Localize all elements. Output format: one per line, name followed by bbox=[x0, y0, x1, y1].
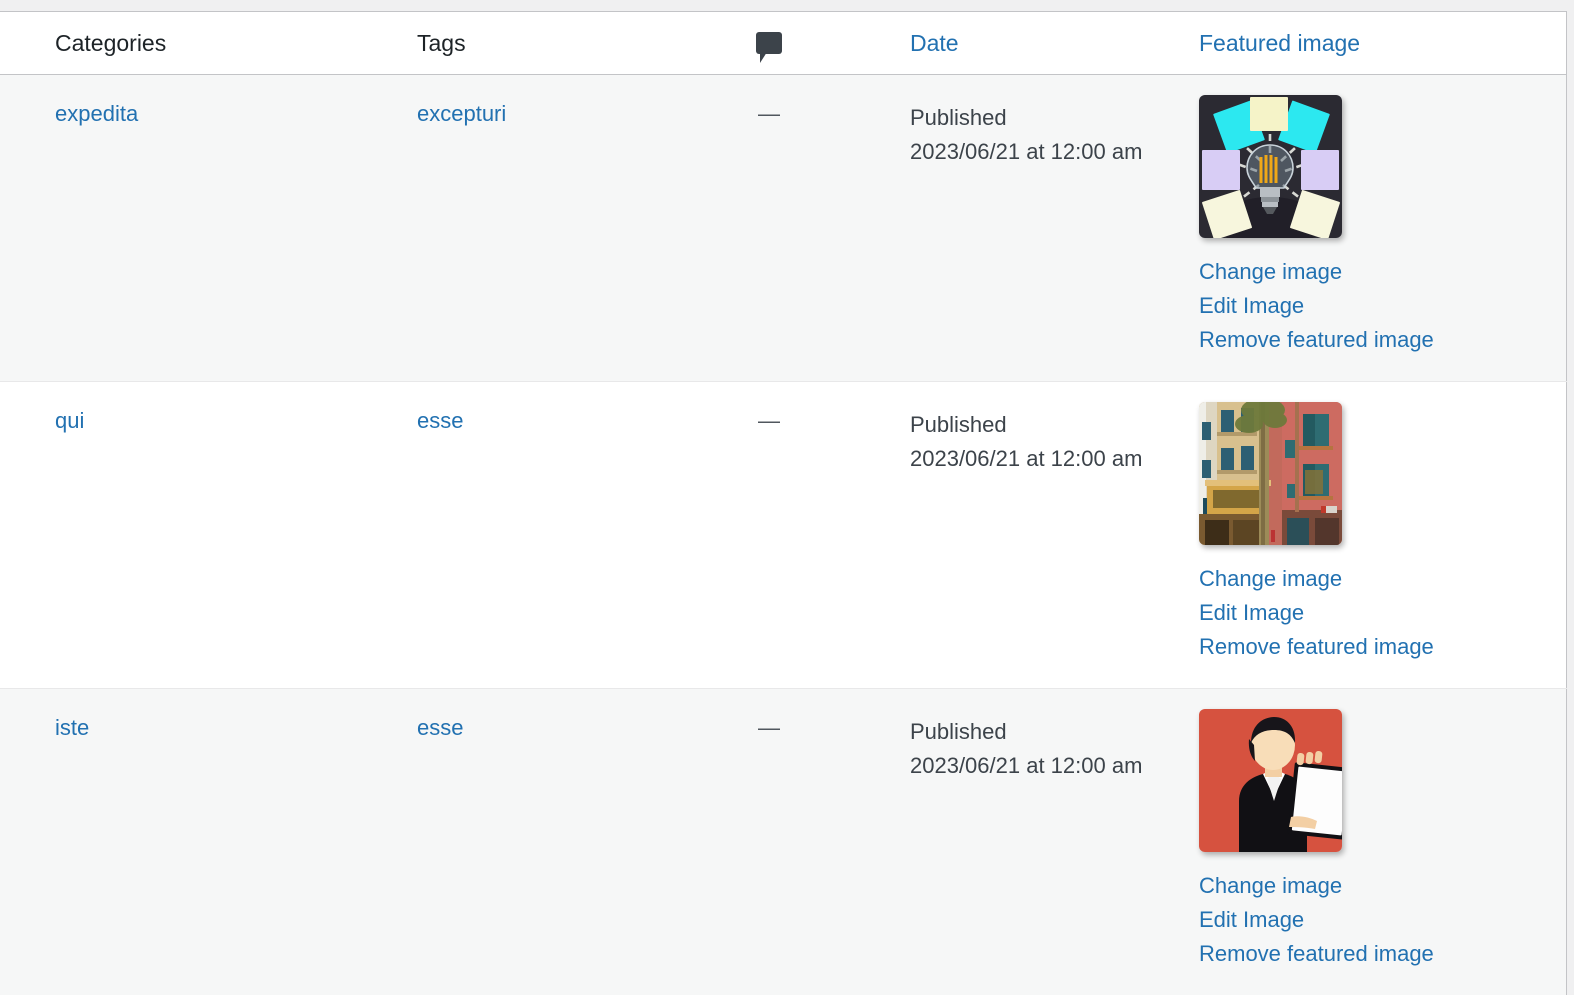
post-status: Published bbox=[910, 715, 1159, 749]
cell-tags: excepturi bbox=[363, 75, 700, 382]
post-status: Published bbox=[910, 408, 1159, 442]
lightbulb-sticky-notes-image bbox=[1199, 95, 1342, 238]
column-header-comments[interactable] bbox=[700, 12, 852, 75]
table-row: qui esse — Published 2023/06/21 bbox=[0, 382, 1566, 689]
table-row: iste esse — Published 2023/06/21 bbox=[0, 689, 1566, 995]
edit-image-link[interactable]: Edit Image bbox=[1199, 903, 1566, 937]
table-row: expedita excepturi — Published 2 bbox=[0, 75, 1566, 382]
remove-featured-image-link[interactable]: Remove featured image bbox=[1199, 937, 1566, 971]
cell-featured-image: Change image Edit Image Remove featured … bbox=[1159, 382, 1566, 689]
comment-count: — bbox=[758, 101, 780, 126]
remove-featured-image-link[interactable]: Remove featured image bbox=[1199, 630, 1566, 664]
cell-date: Published 2023/06/21 at 12:00 am bbox=[852, 382, 1159, 689]
cell-featured-image: Change image Edit Image Remove featured … bbox=[1159, 689, 1566, 995]
column-header-categories-label: Categories bbox=[55, 30, 166, 56]
table-body: expedita excepturi — Published 2 bbox=[0, 75, 1566, 995]
category-link[interactable]: iste bbox=[55, 715, 89, 740]
table-header-row: Categories Tags Date bbox=[0, 12, 1566, 75]
column-header-featured-image[interactable]: Featured image bbox=[1159, 12, 1566, 75]
posts-table: Categories Tags Date bbox=[0, 11, 1567, 995]
column-header-featured-image-link[interactable]: Featured image bbox=[1199, 30, 1360, 56]
cell-featured-image: Change image Edit Image Remove featured … bbox=[1159, 75, 1566, 382]
tag-link[interactable]: excepturi bbox=[417, 101, 506, 126]
column-header-tags-label: Tags bbox=[417, 30, 466, 56]
cell-categories: qui bbox=[0, 382, 363, 689]
street-buildings-facade-image bbox=[1199, 402, 1342, 545]
post-status: Published bbox=[910, 101, 1159, 135]
featured-image-actions: Change image Edit Image Remove featured … bbox=[1199, 255, 1566, 357]
column-header-categories[interactable]: Categories bbox=[0, 12, 363, 75]
category-link[interactable]: expedita bbox=[55, 101, 138, 126]
remove-featured-image-link[interactable]: Remove featured image bbox=[1199, 323, 1566, 357]
column-header-tags[interactable]: Tags bbox=[363, 12, 700, 75]
featured-image-actions: Change image Edit Image Remove featured … bbox=[1199, 869, 1566, 971]
featured-image-actions: Change image Edit Image Remove featured … bbox=[1199, 562, 1566, 664]
column-header-date-link[interactable]: Date bbox=[910, 30, 959, 56]
cell-categories: iste bbox=[0, 689, 363, 995]
column-header-date[interactable]: Date bbox=[852, 12, 1159, 75]
comment-icon bbox=[756, 32, 782, 54]
featured-image-thumbnail[interactable] bbox=[1199, 709, 1342, 852]
edit-image-link[interactable]: Edit Image bbox=[1199, 596, 1566, 630]
cell-date: Published 2023/06/21 at 12:00 am bbox=[852, 689, 1159, 995]
cell-comments: — bbox=[700, 689, 852, 995]
cell-tags: esse bbox=[363, 689, 700, 995]
change-image-link[interactable]: Change image bbox=[1199, 869, 1566, 903]
cell-date: Published 2023/06/21 at 12:00 am bbox=[852, 75, 1159, 382]
post-date: 2023/06/21 at 12:00 am bbox=[910, 442, 1159, 476]
change-image-link[interactable]: Change image bbox=[1199, 255, 1566, 289]
featured-image-thumbnail[interactable] bbox=[1199, 402, 1342, 545]
comment-count: — bbox=[758, 408, 780, 433]
edit-image-link[interactable]: Edit Image bbox=[1199, 289, 1566, 323]
cell-comments: — bbox=[700, 382, 852, 689]
change-image-link[interactable]: Change image bbox=[1199, 562, 1566, 596]
cell-categories: expedita bbox=[0, 75, 363, 382]
cell-tags: esse bbox=[363, 382, 700, 689]
post-date: 2023/06/21 at 12:00 am bbox=[910, 135, 1159, 169]
person-holding-board-illustration-image bbox=[1199, 709, 1342, 852]
tag-link[interactable]: esse bbox=[417, 715, 463, 740]
table-header: Categories Tags Date bbox=[0, 12, 1566, 75]
cell-comments: — bbox=[700, 75, 852, 382]
featured-image-thumbnail[interactable] bbox=[1199, 95, 1342, 238]
posts-list-screen: Categories Tags Date bbox=[0, 0, 1574, 952]
post-date: 2023/06/21 at 12:00 am bbox=[910, 749, 1159, 783]
category-link[interactable]: qui bbox=[55, 408, 84, 433]
comment-count: — bbox=[758, 715, 780, 740]
tag-link[interactable]: esse bbox=[417, 408, 463, 433]
